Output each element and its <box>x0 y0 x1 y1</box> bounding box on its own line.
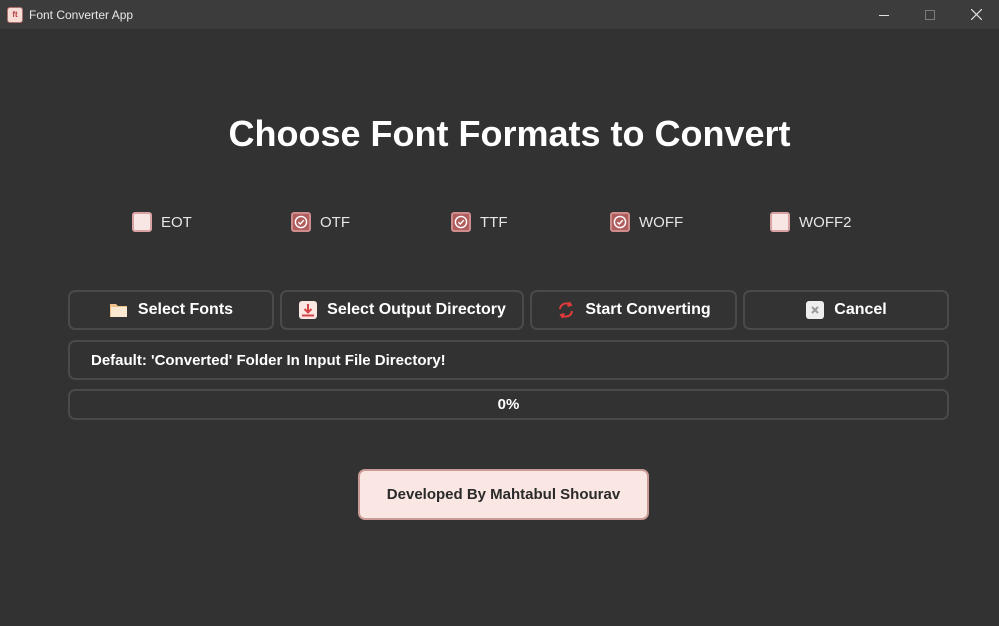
checkbox-label: OTF <box>320 213 350 231</box>
checkbox-label: EOT <box>161 213 192 231</box>
maximize-icon <box>925 9 935 20</box>
refresh-icon <box>556 300 576 320</box>
start-converting-button[interactable]: Start Converting <box>530 290 737 330</box>
select-fonts-label: Select Fonts <box>137 301 234 318</box>
maximize-button[interactable] <box>907 0 953 29</box>
font-app-icon: ft <box>7 6 23 23</box>
output-directory-info: Default: 'Converted' Folder In Input Fil… <box>68 340 949 380</box>
title-bar: ft Font Converter App <box>0 0 999 29</box>
format-checkbox-group: EOT OTF TTF WOFF WOFF2 <box>0 212 999 238</box>
check-icon <box>294 215 308 229</box>
developer-credit-button[interactable]: Developed By Mahtabul Shourav <box>358 469 649 520</box>
select-output-directory-button[interactable]: Select Output Directory <box>280 290 524 330</box>
checkbox-eot[interactable]: EOT <box>132 212 192 232</box>
checkbox-label: WOFF2 <box>799 213 852 231</box>
checkbox-box[interactable] <box>770 212 790 232</box>
download-icon <box>298 300 318 320</box>
checkbox-box[interactable] <box>291 212 311 232</box>
checkbox-label: WOFF <box>639 213 684 231</box>
close-button[interactable] <box>953 0 999 29</box>
select-fonts-button[interactable]: Select Fonts <box>68 290 274 330</box>
minimize-icon <box>879 14 889 16</box>
minimize-button[interactable] <box>861 0 907 29</box>
cancel-button[interactable]: Cancel <box>743 290 949 330</box>
close-icon <box>970 9 982 20</box>
check-icon <box>613 215 627 229</box>
checkbox-otf[interactable]: OTF <box>291 212 350 232</box>
folder-icon <box>109 300 129 320</box>
checkbox-woff2[interactable]: WOFF2 <box>770 212 852 232</box>
progress-bar: 0% <box>68 389 949 420</box>
checkbox-woff[interactable]: WOFF <box>610 212 683 232</box>
window-title: Font Converter App <box>29 7 134 22</box>
start-converting-label: Start Converting <box>585 301 711 318</box>
checkbox-box[interactable] <box>132 212 152 232</box>
check-icon <box>454 215 468 229</box>
checkbox-box[interactable] <box>610 212 630 232</box>
page-title: Choose Font Formats to Convert <box>228 113 791 154</box>
checkbox-box[interactable] <box>451 212 471 232</box>
cancel-label: Cancel <box>834 301 887 318</box>
close-box-icon <box>805 300 825 320</box>
window-controls <box>861 0 999 29</box>
checkbox-ttf[interactable]: TTF <box>451 212 508 232</box>
select-output-label: Select Output Directory <box>327 301 506 318</box>
progress-label: 0% <box>497 396 520 413</box>
checkbox-label: TTF <box>480 213 508 231</box>
